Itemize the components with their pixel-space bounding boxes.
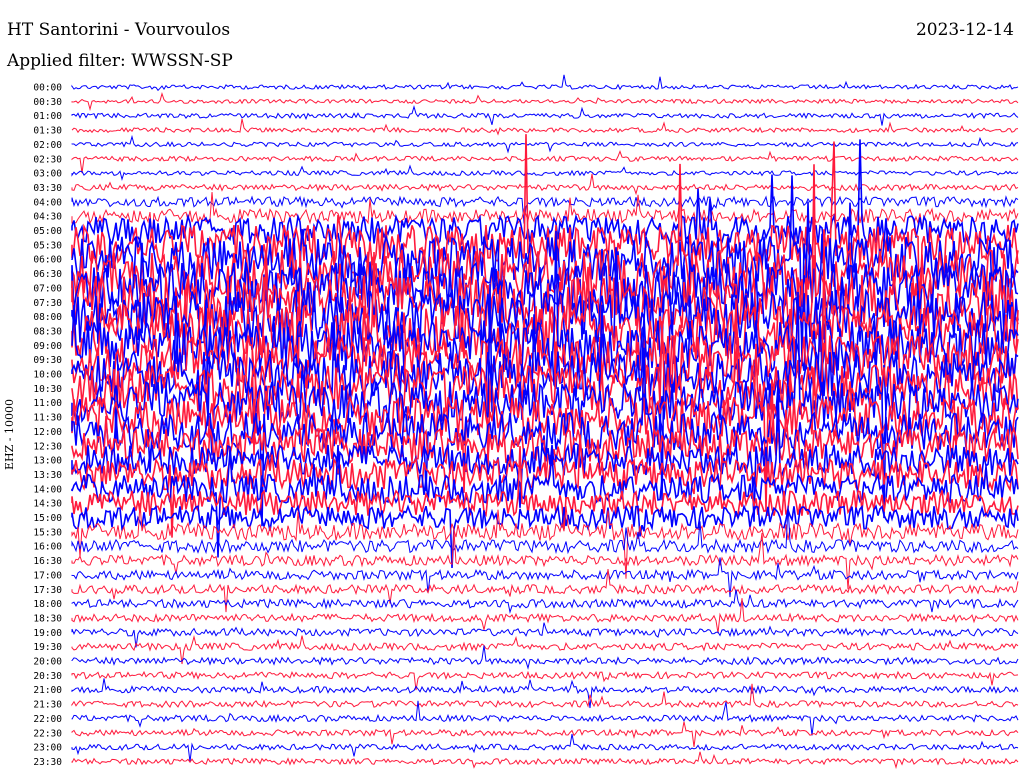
tick-label: 02:00 bbox=[33, 140, 62, 151]
trace-line bbox=[71, 502, 1019, 579]
tick-label: 03:30 bbox=[33, 183, 62, 194]
tick-label: 20:00 bbox=[33, 657, 62, 668]
tick-label: 05:30 bbox=[33, 240, 62, 251]
trace-line bbox=[71, 645, 1019, 670]
trace-line bbox=[71, 734, 1019, 762]
tick-label: 21:00 bbox=[33, 685, 62, 696]
trace-line bbox=[71, 700, 1019, 736]
trace-line bbox=[71, 530, 1019, 590]
tick-label: 22:30 bbox=[33, 728, 62, 739]
tick-label: 19:00 bbox=[33, 628, 62, 639]
tick-label: 01:30 bbox=[33, 126, 62, 137]
tick-label: 11:00 bbox=[33, 398, 62, 409]
trace-line bbox=[71, 164, 1019, 182]
tick-label: 23:00 bbox=[33, 743, 62, 754]
tick-label: 11:30 bbox=[33, 413, 62, 424]
tick-label: 19:30 bbox=[33, 642, 62, 653]
tick-label: 12:30 bbox=[33, 441, 62, 452]
tick-label: 06:00 bbox=[33, 255, 62, 266]
tick-label: 15:00 bbox=[33, 513, 62, 524]
trace-line bbox=[71, 134, 1019, 154]
tick-label: 04:00 bbox=[33, 197, 62, 208]
trace-line bbox=[71, 751, 1019, 770]
trace-line bbox=[71, 139, 1019, 247]
tick-label: 14:30 bbox=[33, 499, 62, 510]
trace-line bbox=[71, 92, 1019, 112]
trace-group bbox=[71, 74, 1019, 770]
tick-label: 17:30 bbox=[33, 585, 62, 596]
tick-label: 07:30 bbox=[33, 298, 62, 309]
tick-label: 09:00 bbox=[33, 341, 62, 352]
tick-label-group: 00:00 00:30 01:00 01:30 02:00 02:30 03:00 03:30… bbox=[33, 83, 62, 768]
tick-label: 04:30 bbox=[33, 212, 62, 223]
tick-label: 05:00 bbox=[33, 226, 62, 237]
trace-line bbox=[71, 721, 1019, 747]
tick-label: 13:30 bbox=[33, 470, 62, 481]
tick-label: 16:30 bbox=[33, 556, 62, 567]
tick-label: 17:00 bbox=[33, 570, 62, 581]
tick-label: 08:30 bbox=[33, 326, 62, 337]
tick-label: 08:00 bbox=[33, 312, 62, 323]
trace-line bbox=[71, 173, 1019, 196]
tick-label: 23:30 bbox=[33, 757, 62, 768]
trace-line bbox=[71, 118, 1019, 136]
tick-label: 06:30 bbox=[33, 269, 62, 280]
tick-label: 07:00 bbox=[33, 283, 62, 294]
tick-label: 00:30 bbox=[33, 97, 62, 108]
tick-label: 14:00 bbox=[33, 484, 62, 495]
helicorder-plot: 00:00 00:30 01:00 01:30 02:00 02:30 03:00 03:30… bbox=[33, 74, 1019, 770]
tick-label: 03:00 bbox=[33, 169, 62, 180]
tick-label: 22:00 bbox=[33, 714, 62, 725]
tick-label: 02:30 bbox=[33, 154, 62, 165]
tick-label: 20:30 bbox=[33, 671, 62, 682]
tick-label: 21:30 bbox=[33, 700, 62, 711]
tick-label: 10:30 bbox=[33, 384, 62, 395]
tick-label: 18:30 bbox=[33, 613, 62, 624]
tick-label: 12:00 bbox=[33, 427, 62, 438]
tick-label: 15:30 bbox=[33, 527, 62, 538]
tick-label: 00:00 bbox=[33, 83, 62, 94]
tick-label: 18:00 bbox=[33, 599, 62, 610]
trace-line bbox=[71, 149, 1019, 174]
trace-line bbox=[71, 105, 1019, 126]
trace-line bbox=[71, 74, 1019, 92]
tick-label: 01:00 bbox=[33, 111, 62, 122]
tick-label: 16:00 bbox=[33, 542, 62, 553]
tick-label: 13:00 bbox=[33, 456, 62, 467]
tick-label: 10:00 bbox=[33, 370, 62, 381]
tick-label: 09:30 bbox=[33, 355, 62, 366]
trace-line bbox=[71, 634, 1019, 665]
